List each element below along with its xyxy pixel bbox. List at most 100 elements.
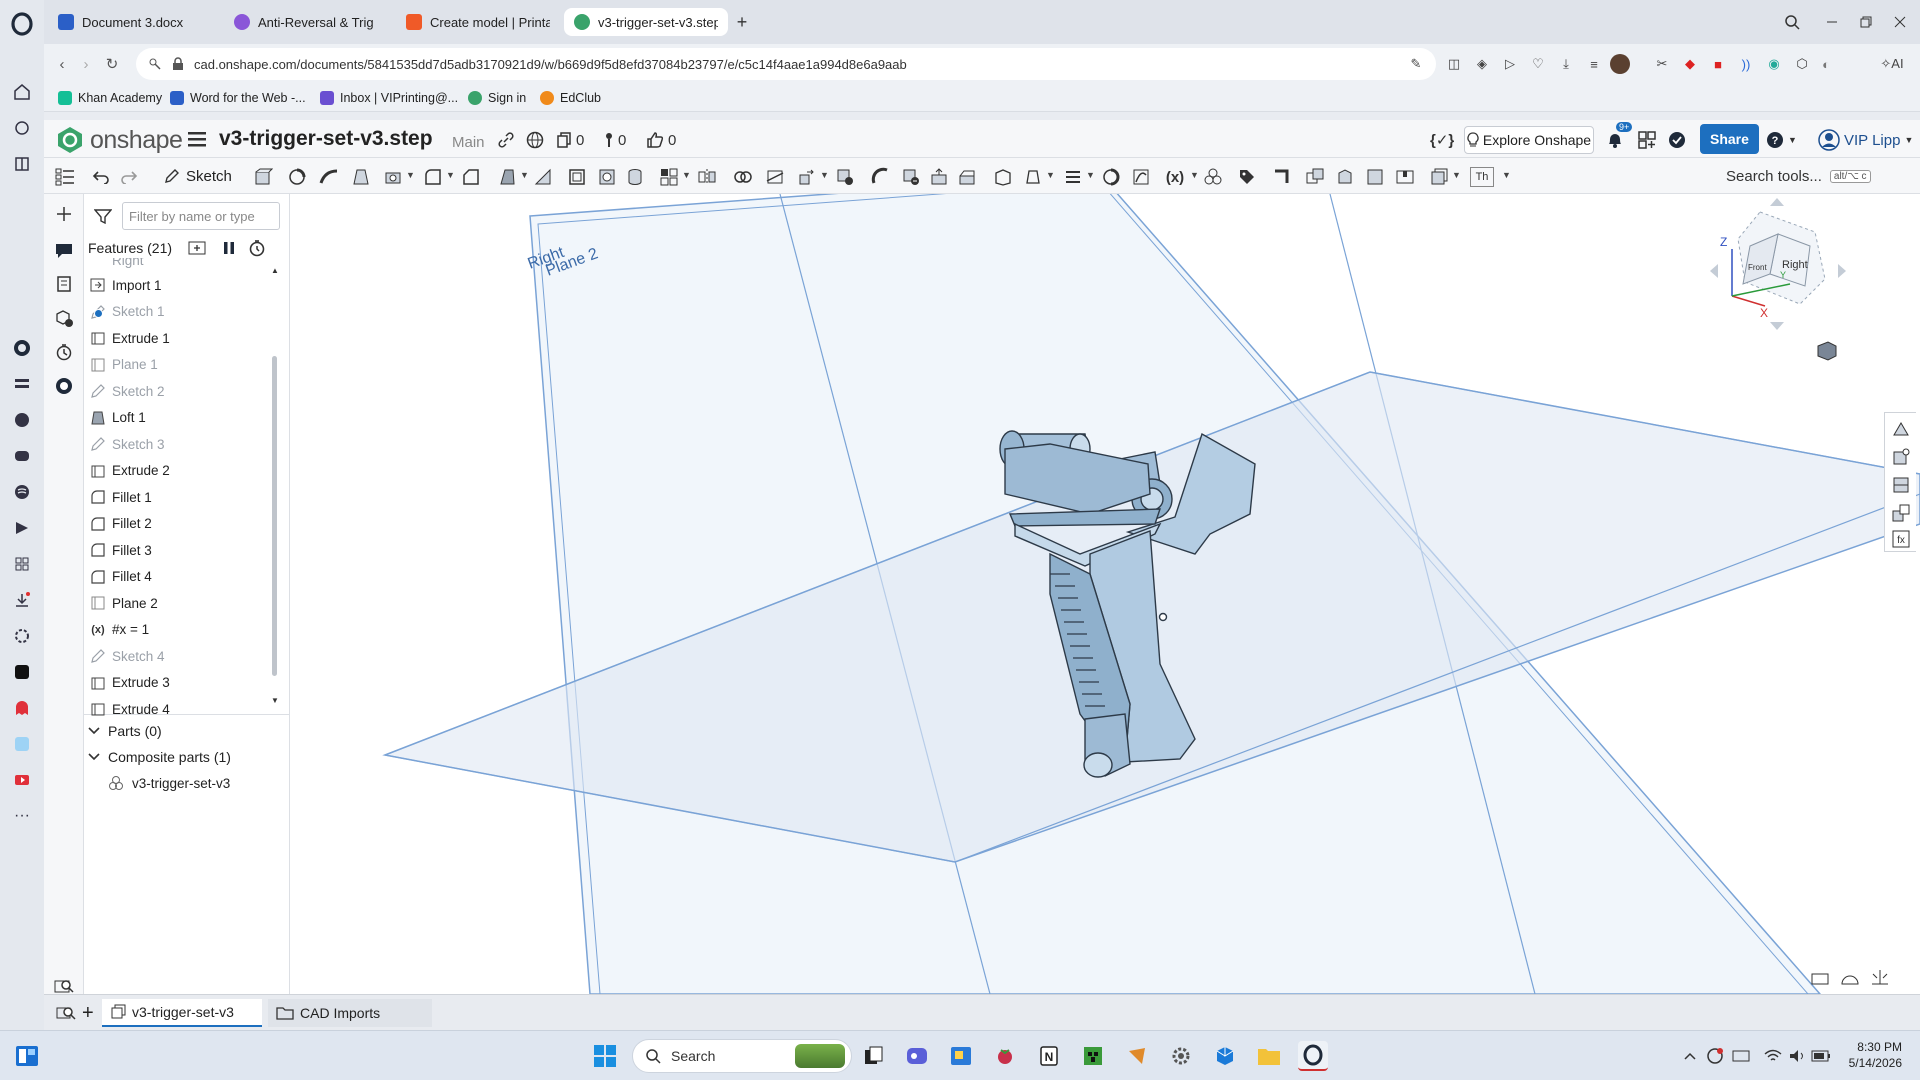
transform-tool-icon[interactable] xyxy=(796,166,818,188)
restore-icon[interactable] xyxy=(1856,12,1876,32)
feature-item[interactable]: Fillet 3 xyxy=(90,539,152,561)
units-icon[interactable] xyxy=(1870,968,1890,986)
loft-tool-icon[interactable] xyxy=(350,166,372,188)
reload-icon[interactable]: ↻ xyxy=(102,54,122,74)
chevron-down-icon[interactable]: ▼ xyxy=(1086,170,1096,180)
home-icon[interactable] xyxy=(8,78,36,106)
chevron-down-icon[interactable]: ▼ xyxy=(520,170,530,180)
opera-taskbar-icon[interactable] xyxy=(1298,1041,1328,1071)
chevron-down-icon[interactable]: ▼ xyxy=(820,170,830,180)
feature-item[interactable]: (x) #x = 1 xyxy=(90,619,149,641)
bookmark[interactable]: EdClub xyxy=(540,89,601,107)
curve-tool-icon[interactable] xyxy=(1130,166,1152,188)
feature-item[interactable]: Import 1 xyxy=(90,274,162,296)
ghost-game-icon[interactable] xyxy=(8,694,36,722)
share-button[interactable]: Share xyxy=(1700,124,1759,154)
chamfer-tool-icon[interactable] xyxy=(460,166,482,188)
composite-parts-group[interactable]: Composite parts (1) xyxy=(88,746,231,768)
tag-tool-icon[interactable] xyxy=(1236,166,1258,188)
chevron-down-icon[interactable]: ▼ xyxy=(406,170,416,180)
bookmark[interactable]: Sign in xyxy=(468,89,526,107)
display-style-icon[interactable] xyxy=(1840,970,1860,986)
tab-search-icon[interactable] xyxy=(1782,12,1802,32)
taskbar-search[interactable]: Search xyxy=(632,1039,852,1073)
link-icon[interactable] xyxy=(498,130,514,150)
minimize-icon[interactable] xyxy=(1822,12,1842,32)
chevron-down-icon[interactable]: ▼ xyxy=(1502,170,1512,180)
view-cube-front-face[interactable]: Front xyxy=(1748,263,1767,272)
chevron-down-icon[interactable]: ▼ xyxy=(1452,170,1462,180)
extrude-tool-icon[interactable] xyxy=(252,166,274,188)
explore-onshape-button[interactable]: Explore Onshape xyxy=(1464,126,1594,154)
mate-connector-tool-icon[interactable] xyxy=(1022,166,1044,188)
app-icon[interactable] xyxy=(946,1041,976,1071)
shield-icon[interactable]: ◈ xyxy=(1472,54,1492,74)
tray-chevron-up-icon[interactable] xyxy=(1680,1041,1700,1071)
notifications-button[interactable]: 9+ xyxy=(1606,122,1633,150)
frame-tool-icon[interactable] xyxy=(1270,166,1292,188)
filter-icon[interactable] xyxy=(94,208,112,224)
view-cube[interactable]: Right Front Z X Y xyxy=(1710,198,1846,330)
thicken-tool-icon[interactable] xyxy=(382,166,404,188)
minecraft-icon[interactable] xyxy=(1078,1041,1108,1071)
parts-group[interactable]: Parts (0) xyxy=(88,720,162,742)
undo-icon[interactable] xyxy=(90,166,112,188)
tray-clock[interactable]: 8:30 PM 5/14/2026 xyxy=(1842,1039,1902,1071)
section-view-icon[interactable] xyxy=(1891,475,1911,495)
add-feature-folder-icon[interactable] xyxy=(188,240,208,256)
redo-icon[interactable] xyxy=(118,166,140,188)
comments-icon[interactable] xyxy=(52,238,76,262)
measure-icon[interactable] xyxy=(1891,419,1911,439)
feature-item[interactable]: Fillet 4 xyxy=(90,566,152,588)
onshape-logo-icon[interactable] xyxy=(56,126,84,154)
variable-table-icon[interactable]: fx xyxy=(1891,529,1911,549)
plane-tool-icon[interactable] xyxy=(992,166,1014,188)
site-controls-icon[interactable] xyxy=(148,57,162,71)
text-tool-button[interactable]: Th xyxy=(1470,167,1494,187)
stopwatch-icon[interactable] xyxy=(248,239,266,257)
tasks-button[interactable]: 0 xyxy=(604,130,626,150)
bookmarks-icon[interactable] xyxy=(8,150,36,178)
feature-item[interactable]: Extrude 2 xyxy=(90,460,170,482)
feature-item[interactable]: Extrude 1 xyxy=(90,327,170,349)
downloads-icon[interactable] xyxy=(8,586,36,614)
settings-icon[interactable] xyxy=(8,622,36,650)
shell-tool-icon[interactable] xyxy=(566,166,588,188)
feature-item[interactable]: Plane 1 xyxy=(90,354,158,376)
bookmark[interactable]: Khan Academy xyxy=(58,89,162,107)
feature-item[interactable]: Sketch 1 xyxy=(90,301,165,323)
extension-icon[interactable]: ◆ xyxy=(1680,54,1700,74)
versions-button[interactable]: 0 xyxy=(556,130,584,150)
hole-tool-icon[interactable] xyxy=(596,166,618,188)
split-tool-icon[interactable] xyxy=(764,166,786,188)
replace-face-tool-icon[interactable] xyxy=(956,166,978,188)
composite-part-tool-icon[interactable] xyxy=(1202,166,1224,188)
app-tile-icon[interactable] xyxy=(8,730,36,758)
feature-item[interactable]: Loft 1 xyxy=(90,407,146,429)
app-store-icon[interactable] xyxy=(1638,130,1656,150)
ai-button[interactable]: ✧AI xyxy=(1872,54,1912,74)
extension-icon[interactable]: ✂ xyxy=(1652,54,1672,74)
spotify-icon[interactable] xyxy=(8,478,36,506)
extension-icon[interactable]: )) xyxy=(1736,54,1756,74)
helix-tool-icon[interactable] xyxy=(1100,166,1122,188)
back-icon[interactable]: ‹ xyxy=(52,54,72,74)
vpn-app-icon[interactable] xyxy=(1122,1041,1152,1071)
move-face-tool-icon[interactable] xyxy=(928,166,950,188)
chatgpt-icon[interactable] xyxy=(8,334,36,362)
feature-item[interactable]: Sketch 4 xyxy=(90,645,165,667)
forward-icon[interactable]: › xyxy=(76,54,96,74)
profile-avatar[interactable] xyxy=(1610,54,1630,74)
stack-icon[interactable] xyxy=(8,370,36,398)
notion-icon[interactable]: N xyxy=(1034,1041,1064,1071)
battery-icon[interactable] xyxy=(1810,1041,1832,1071)
chevron-down-icon[interactable]: ▼ xyxy=(446,170,456,180)
modify-fillet-tool-icon[interactable] xyxy=(870,166,892,188)
mass-properties-icon[interactable] xyxy=(1891,447,1911,467)
browser-tab[interactable]: Anti-Reversal & Trig xyxy=(224,8,392,36)
feature-list-scrollbar[interactable]: ▲ ▼ xyxy=(270,266,279,706)
document-title[interactable]: v3-trigger-set-v3.step xyxy=(219,127,433,151)
feature-filter-input[interactable] xyxy=(122,202,280,230)
url-bar[interactable]: cad.onshape.com/documents/5841535dd7d5ad… xyxy=(136,48,1436,80)
sweep-tool-icon[interactable] xyxy=(318,166,340,188)
